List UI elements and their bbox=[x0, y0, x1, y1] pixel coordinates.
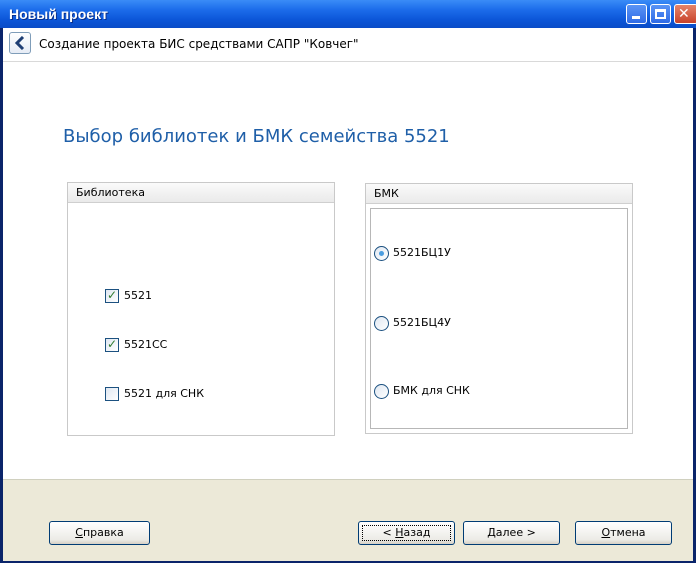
maximize-button[interactable] bbox=[650, 4, 671, 24]
help-label: правка bbox=[82, 526, 124, 539]
maximize-icon bbox=[655, 9, 666, 19]
checkbox-label: 5521 bbox=[124, 289, 152, 302]
next-label: алее > bbox=[495, 526, 536, 539]
checkbox-label: 5521 для СНК bbox=[124, 387, 205, 400]
client-area: Создание проекта БИС средствами САПР "Ко… bbox=[3, 28, 693, 561]
wizard-window: Новый проект ✕ Создание проекта БИС сред… bbox=[0, 0, 696, 563]
library-group-header: Библиотека bbox=[68, 183, 334, 203]
bmk-group: БМК 5521БЦ1У 5521БЦ4У БМК для СНК bbox=[365, 183, 633, 434]
checkmark-icon: ✓ bbox=[107, 337, 118, 351]
radio-label: 5521БЦ4У bbox=[393, 316, 451, 329]
checkbox[interactable] bbox=[105, 387, 119, 401]
close-icon: ✕ bbox=[678, 6, 690, 22]
radio-button[interactable] bbox=[374, 316, 389, 331]
help-access-key: С bbox=[75, 526, 83, 539]
checkbox-label: 5521СС bbox=[124, 338, 168, 351]
checkbox[interactable]: ✓ bbox=[105, 288, 119, 303]
page-title: Выбор библиотек и БМК семейства 5521 bbox=[63, 126, 450, 147]
header-back-button[interactable] bbox=[9, 32, 31, 54]
radio-button[interactable] bbox=[374, 246, 389, 261]
checkmark-icon: ✓ bbox=[107, 288, 118, 302]
radio-label: БМК для СНК bbox=[393, 384, 470, 397]
cancel-label: тмена bbox=[610, 526, 646, 539]
arrow-left-icon bbox=[14, 36, 25, 50]
back-button[interactable]: < Назад bbox=[358, 521, 455, 545]
checkbox[interactable]: ✓ bbox=[105, 337, 119, 352]
wizard-header: Создание проекта БИС средствами САПР "Ко… bbox=[3, 28, 693, 62]
header-text: Создание проекта БИС средствами САПР "Ко… bbox=[39, 37, 359, 51]
cancel-button[interactable]: Отмена bbox=[575, 521, 672, 545]
focus-rect bbox=[362, 525, 451, 541]
minimize-button[interactable] bbox=[626, 4, 647, 24]
title-bar[interactable]: Новый проект ✕ bbox=[0, 0, 696, 28]
radio-label: 5521БЦ1У bbox=[393, 246, 451, 259]
close-button[interactable]: ✕ bbox=[674, 4, 696, 24]
window-title: Новый проект bbox=[9, 6, 108, 22]
next-button[interactable]: Далее > bbox=[463, 521, 560, 545]
bmk-group-header: БМК bbox=[366, 184, 632, 204]
cancel-access-key: О bbox=[601, 526, 611, 539]
minimize-icon bbox=[632, 16, 640, 19]
radio-dot bbox=[379, 251, 384, 256]
wizard-footer: Справка < Назад Далее > Отмена bbox=[3, 479, 693, 561]
help-button[interactable]: Справка bbox=[49, 521, 150, 545]
library-group: Библиотека ✓ 5521 ✓ 5521СС 5521 для СНК bbox=[67, 182, 335, 436]
next-access-key: Д bbox=[487, 526, 496, 539]
radio-button[interactable] bbox=[374, 384, 389, 399]
